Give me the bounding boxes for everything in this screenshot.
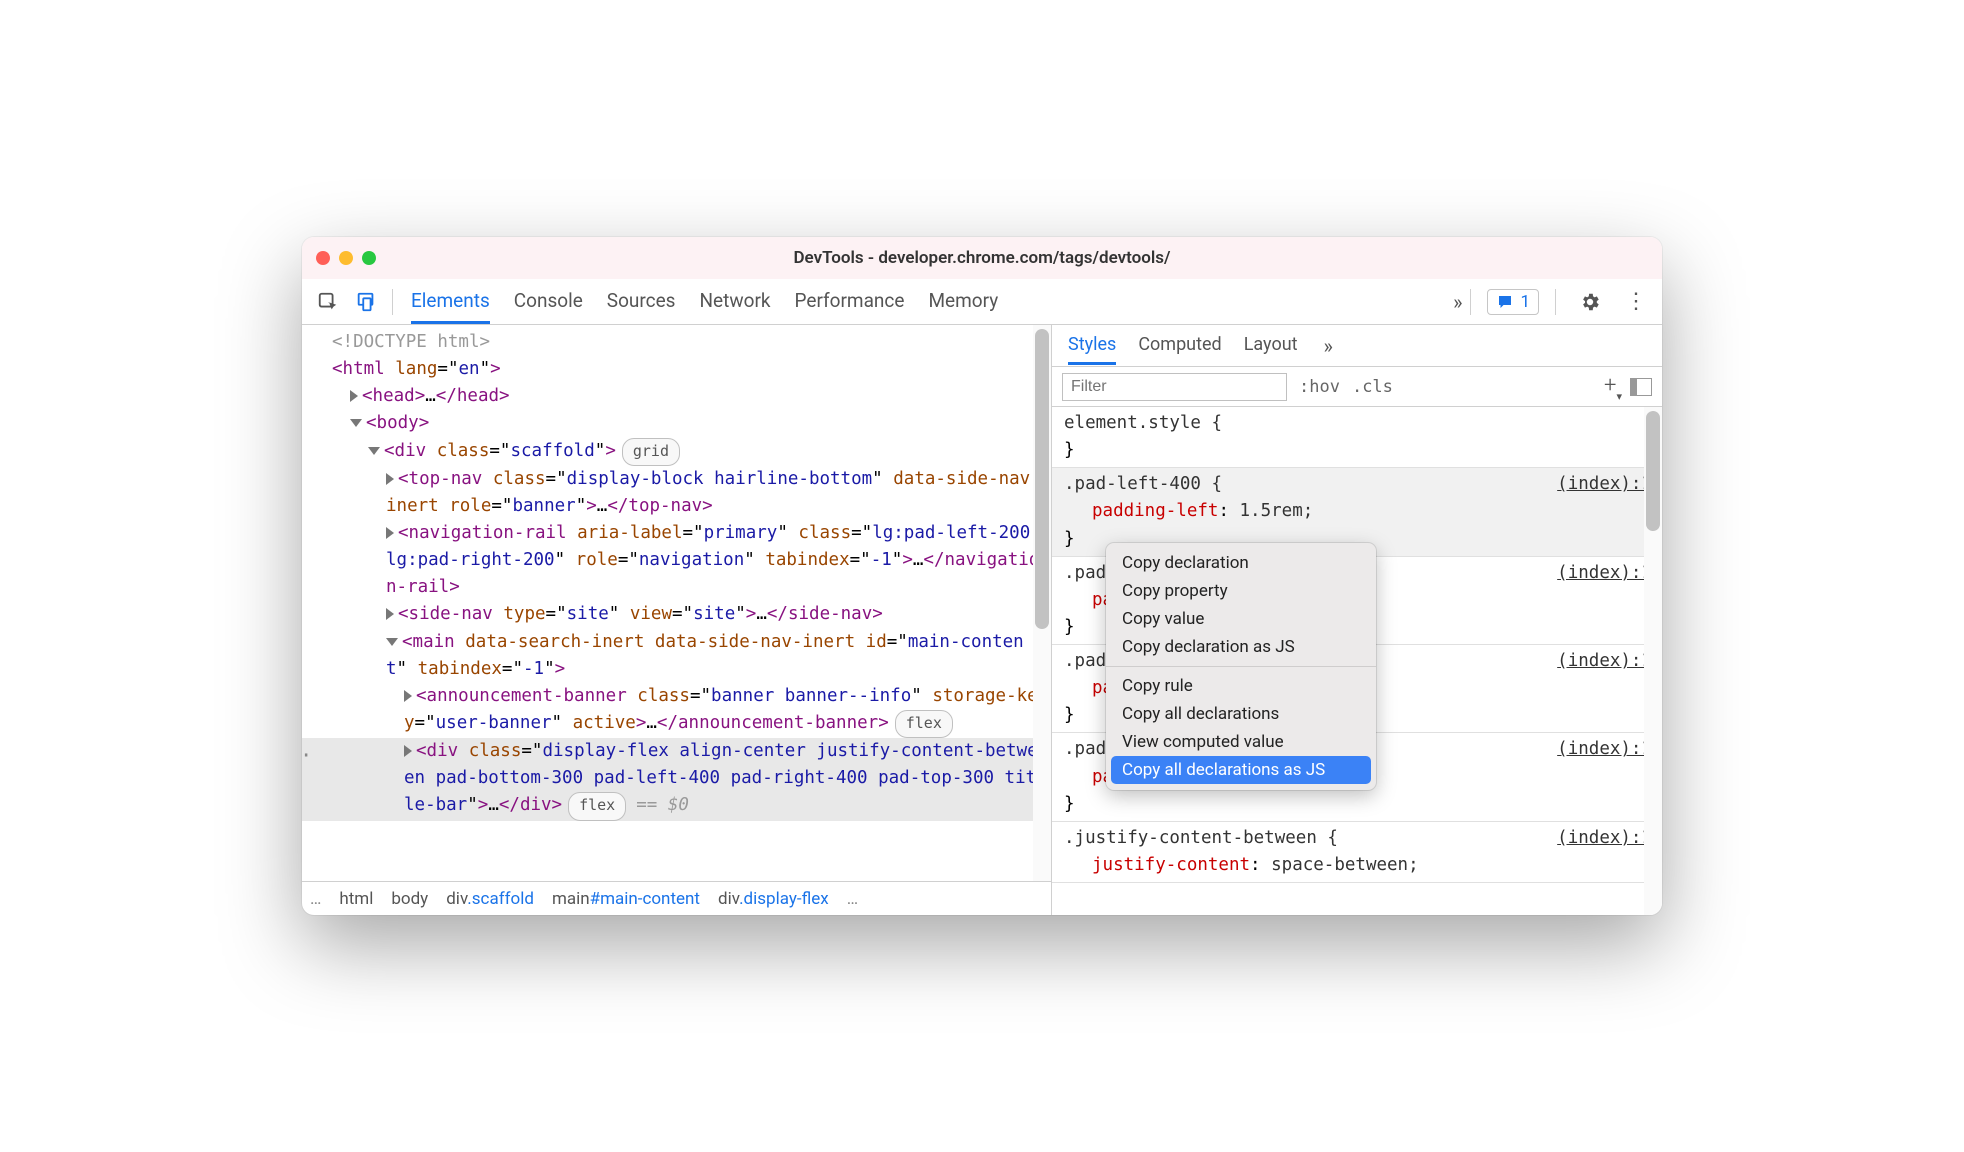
ellipsis-icon: ··· bbox=[302, 740, 312, 771]
css-rule[interactable]: .justify-content-between {(index):1justi… bbox=[1052, 822, 1662, 883]
issues-badge[interactable]: 1 bbox=[1487, 289, 1539, 315]
dom-node[interactable]: <body> bbox=[302, 410, 1051, 437]
tab-console[interactable]: Console bbox=[514, 279, 583, 324]
scroll-thumb[interactable] bbox=[1035, 329, 1049, 629]
context-menu-item[interactable]: Copy rule bbox=[1106, 672, 1376, 700]
dom-node[interactable]: <navigation-rail aria-label="primary" cl… bbox=[302, 520, 1051, 601]
breadcrumb-item[interactable]: body bbox=[391, 889, 428, 909]
expand-icon[interactable] bbox=[386, 608, 394, 620]
styles-tabs: Styles Computed Layout » bbox=[1052, 325, 1662, 367]
context-menu-item[interactable]: Copy value bbox=[1106, 605, 1376, 633]
breadcrumb-item[interactable]: main#main-content bbox=[552, 889, 700, 909]
tab-performance[interactable]: Performance bbox=[795, 279, 905, 324]
styles-filter-input[interactable] bbox=[1062, 373, 1287, 401]
traffic-lights bbox=[316, 251, 376, 265]
tab-elements[interactable]: Elements bbox=[411, 279, 490, 324]
toggle-sidebar-icon[interactable] bbox=[1630, 378, 1652, 396]
expand-icon[interactable] bbox=[404, 690, 412, 702]
device-toolbar-icon[interactable] bbox=[348, 284, 384, 320]
message-icon bbox=[1496, 293, 1514, 311]
separator bbox=[392, 289, 393, 315]
source-link[interactable]: (index):1 bbox=[1557, 648, 1652, 675]
context-menu-item[interactable]: Copy declaration bbox=[1106, 549, 1376, 577]
dom-tree[interactable]: <!DOCTYPE html><html lang="en"><head>…</… bbox=[302, 325, 1051, 881]
dom-node[interactable]: <announcement-banner class="banner banne… bbox=[302, 683, 1051, 738]
styles-tab-layout[interactable]: Layout bbox=[1244, 326, 1298, 365]
hov-toggle[interactable]: :hov bbox=[1299, 377, 1340, 397]
source-link[interactable]: (index):1 bbox=[1557, 560, 1652, 587]
context-menu-item[interactable]: Copy declaration as JS bbox=[1106, 633, 1376, 661]
settings-icon[interactable] bbox=[1572, 284, 1608, 320]
dom-node[interactable]: <top-nav class="display-block hairline-b… bbox=[302, 466, 1051, 520]
dom-node[interactable]: <div class="scaffold">grid bbox=[302, 438, 1051, 466]
source-link[interactable]: (index):1 bbox=[1557, 471, 1652, 498]
main-toolbar: Elements Console Sources Network Performance… bbox=[302, 279, 1662, 325]
close-window-button[interactable] bbox=[316, 251, 330, 265]
styles-filter-row: :hov .cls +▾ bbox=[1052, 367, 1662, 407]
separator bbox=[1106, 666, 1376, 667]
expand-icon[interactable] bbox=[386, 473, 394, 485]
breadcrumb-item[interactable]: html bbox=[339, 889, 373, 909]
context-menu-item[interactable]: Copy all declarations bbox=[1106, 700, 1376, 728]
expand-icon[interactable] bbox=[350, 390, 358, 402]
separator bbox=[1555, 289, 1556, 315]
toolbar-right: 1 ⋮ bbox=[1464, 284, 1654, 320]
content: <!DOCTYPE html><html lang="en"><head>…</… bbox=[302, 325, 1662, 915]
minimize-window-button[interactable] bbox=[339, 251, 353, 265]
dom-node[interactable]: <main data-search-inert data-side-nav-in… bbox=[302, 629, 1051, 683]
scrollbar[interactable] bbox=[1033, 325, 1051, 881]
panel-tabs: Elements Console Sources Network Performance… bbox=[411, 279, 1451, 324]
separator bbox=[1470, 289, 1471, 315]
context-menu: Copy declarationCopy propertyCopy valueC… bbox=[1106, 543, 1376, 790]
issues-count: 1 bbox=[1520, 292, 1530, 312]
css-rule[interactable]: element.style {} bbox=[1052, 407, 1662, 468]
collapse-icon[interactable] bbox=[368, 447, 380, 455]
breadcrumb-ellipsis[interactable]: … bbox=[847, 889, 858, 909]
inspect-element-icon[interactable] bbox=[310, 284, 346, 320]
source-link[interactable]: (index):1 bbox=[1557, 736, 1652, 763]
more-tabs-icon[interactable]: » bbox=[1453, 290, 1462, 314]
zoom-window-button[interactable] bbox=[362, 251, 376, 265]
dom-node[interactable]: <side-nav type="site" view="site">…</sid… bbox=[302, 601, 1051, 628]
scrollbar[interactable] bbox=[1644, 407, 1662, 915]
tab-network[interactable]: Network bbox=[699, 279, 770, 324]
dom-node[interactable]: <!DOCTYPE html> bbox=[302, 329, 1051, 356]
context-menu-item[interactable]: View computed value bbox=[1106, 728, 1376, 756]
styles-tab-computed[interactable]: Computed bbox=[1138, 326, 1221, 365]
new-style-rule-icon[interactable]: +▾ bbox=[1604, 373, 1622, 400]
titlebar: DevTools - developer.chrome.com/tags/dev… bbox=[302, 237, 1662, 279]
breadcrumb-item[interactable]: div.display-flex bbox=[718, 889, 829, 909]
window-title: DevTools - developer.chrome.com/tags/dev… bbox=[302, 248, 1662, 268]
breadcrumb[interactable]: … html body div.scaffold main#main-content di… bbox=[302, 881, 1051, 915]
breadcrumb-item[interactable]: div.scaffold bbox=[446, 889, 534, 909]
elements-panel: <!DOCTYPE html><html lang="en"><head>…</… bbox=[302, 325, 1052, 915]
scroll-thumb[interactable] bbox=[1646, 411, 1660, 531]
devtools-window: DevTools - developer.chrome.com/tags/dev… bbox=[302, 237, 1662, 915]
collapse-icon[interactable] bbox=[350, 419, 362, 427]
expand-icon[interactable] bbox=[386, 527, 394, 539]
collapse-icon[interactable] bbox=[386, 638, 398, 646]
dom-node[interactable]: ···<div class="display-flex align-center… bbox=[302, 738, 1051, 821]
styles-tab-styles[interactable]: Styles bbox=[1068, 326, 1116, 365]
source-link[interactable]: (index):1 bbox=[1557, 825, 1652, 852]
context-menu-item[interactable]: Copy all declarations as JS bbox=[1111, 756, 1371, 784]
dom-node[interactable]: <head>…</head> bbox=[302, 383, 1051, 410]
context-menu-item[interactable]: Copy property bbox=[1106, 577, 1376, 605]
breadcrumb-ellipsis[interactable]: … bbox=[310, 889, 321, 909]
tab-memory[interactable]: Memory bbox=[928, 279, 998, 324]
more-tabs-icon[interactable]: » bbox=[1324, 334, 1333, 358]
expand-icon[interactable] bbox=[404, 745, 412, 757]
kebab-menu-icon[interactable]: ⋮ bbox=[1618, 284, 1654, 320]
tab-sources[interactable]: Sources bbox=[607, 279, 676, 324]
dom-node[interactable]: <html lang="en"> bbox=[302, 356, 1051, 383]
cls-toggle[interactable]: .cls bbox=[1352, 377, 1393, 397]
